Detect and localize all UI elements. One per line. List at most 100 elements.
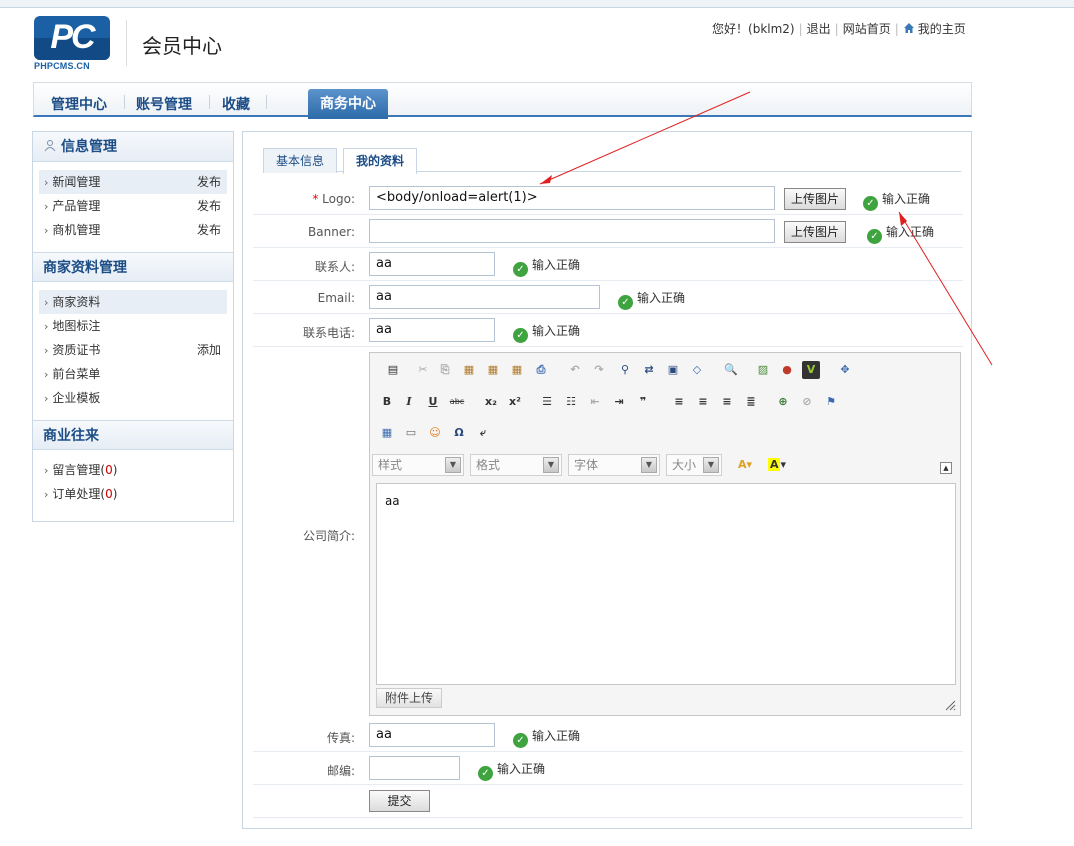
attachment-upload-button[interactable]: 附件上传 [376,688,443,708]
sidebar-item-certificates[interactable]: › 资质证书 添加 [39,338,227,362]
sidebar-item-opportunities[interactable]: › 商机管理 发布 [39,218,227,242]
italic-icon[interactable]: I [400,393,418,411]
fax-input[interactable]: aa [369,723,495,747]
bold-icon[interactable]: B [378,393,396,411]
combo-label: 大小 [672,458,697,472]
add-link[interactable]: 添加 [197,338,221,362]
user-group-icon [44,140,56,152]
superscript-icon[interactable]: x² [506,393,524,411]
strikethrough-icon[interactable]: abc [448,393,466,411]
header-divider [126,20,127,66]
select-all-icon[interactable]: ▣ [664,361,682,379]
email-input[interactable]: aa [369,285,600,309]
site-home-link[interactable]: 网站首页 [843,22,891,36]
phone-status: ✓ 输入正确 [513,322,580,343]
sidebar-list: › 商家资料 › 地图标注 › 资质证书 添加 › 前台菜单 › 企业模板 [33,282,233,420]
tab-my-profile[interactable]: 我的资料 [343,148,418,174]
nav-item-business-center[interactable]: 商务中心 [308,89,388,119]
resize-handle-icon[interactable] [944,699,956,711]
outdent-icon[interactable]: ⇤ [586,393,604,411]
submit-button[interactable]: 提交 [369,790,430,812]
page-break-icon[interactable]: ⤶ [474,424,492,442]
align-center-icon[interactable]: ≡ [694,393,712,411]
cut-icon[interactable]: ✂ [414,361,432,379]
my-home-link[interactable]: 我的主页 [918,22,966,36]
flash-icon[interactable]: ● [778,361,796,379]
status-text: 输入正确 [532,729,581,743]
paste-text-icon[interactable]: ▦ [484,361,502,379]
editor-content-area[interactable]: aa [376,483,956,685]
text-color-icon[interactable]: A▾ [732,456,758,474]
paste-icon[interactable]: ▦ [460,361,478,379]
nav-item-favorites[interactable]: 收藏 [222,90,250,118]
nav-item-manage-center[interactable]: 管理中心 [51,90,107,118]
logout-link[interactable]: 退出 [807,22,831,36]
combo-label: 字体 [574,458,599,472]
sidebar-item-front-menu[interactable]: › 前台菜单 [39,362,227,386]
sidebar-item-news[interactable]: › 新闻管理 发布 [39,170,227,194]
anchor-flag-icon[interactable]: ⚑ [822,393,840,411]
zip-input[interactable] [369,756,460,780]
image-icon[interactable]: ▨ [754,361,772,379]
undo-icon[interactable]: ↶ [566,361,584,379]
publish-link[interactable]: 发布 [197,218,221,242]
sidebar-item-template[interactable]: › 企业模板 [39,386,227,410]
contact-input[interactable]: aa [369,252,495,276]
sidebar-item-products[interactable]: › 产品管理 发布 [39,194,227,218]
table-icon[interactable]: ▦ [378,424,396,442]
collapse-toolbar-icon[interactable]: ▲ [940,462,952,474]
logo-input[interactable]: <body/onload=alert(1)> [369,186,775,210]
separator: | [894,22,899,36]
editor-toolbar-row-2: B I U abc x₂ x² ☰ ☷ ⇤ ⇥ ❞ ≡ ≡ ≡ ≣ ⊕ ⊘ ⚑ [378,393,958,415]
sidebar-item-orders[interactable]: › 订单处理(0) [39,482,227,506]
email-label: Email: [317,291,355,305]
publish-link[interactable]: 发布 [197,194,221,218]
copy-icon[interactable]: ⎘ [436,361,454,379]
special-char-icon[interactable]: Ω [450,424,468,442]
phone-input[interactable]: aa [369,318,495,342]
preview-icon[interactable]: 🔍 [722,361,740,379]
publish-link[interactable]: 发布 [197,170,221,194]
font-select[interactable]: 字体 ▼ [568,454,660,476]
format-select[interactable]: 格式 ▼ [470,454,562,476]
link-icon[interactable]: ⊕ [774,393,792,411]
page-title: 会员中心 [142,34,222,58]
replace-icon[interactable]: ⇄ [640,361,658,379]
align-right-icon[interactable]: ≡ [718,393,736,411]
maximize-icon[interactable]: ✥ [836,361,854,379]
redo-icon[interactable]: ↷ [590,361,608,379]
chevron-right-icon: › [44,296,49,309]
justify-icon[interactable]: ≣ [742,393,760,411]
numbered-list-icon[interactable]: ☰ [538,393,556,411]
align-left-icon[interactable]: ≡ [670,393,688,411]
horizontal-rule-icon[interactable]: ▭ [402,424,420,442]
nav-item-account[interactable]: 账号管理 [136,90,192,118]
print-icon[interactable]: ⎙ [532,361,550,379]
site-logo[interactable]: PC PHPCMS.CN [34,16,112,72]
blockquote-icon[interactable]: ❞ [634,393,652,411]
chevron-right-icon: › [44,488,49,501]
banner-input[interactable] [369,219,775,243]
upload-banner-button[interactable]: 上传图片 [784,221,846,243]
paste-word-icon[interactable]: ▦ [508,361,526,379]
form-row-logo: * Logo: <body/onload=alert(1)> 上传图片 ✓ 输入正… [253,182,963,215]
subscript-icon[interactable]: x₂ [482,393,500,411]
unlink-icon[interactable]: ⊘ [798,393,816,411]
indent-icon[interactable]: ⇥ [610,393,628,411]
source-icon[interactable]: ▤ [384,361,402,379]
bullet-list-icon[interactable]: ☷ [562,393,580,411]
smiley-icon[interactable]: ☺ [426,424,444,442]
required-mark: * [312,192,319,206]
style-select[interactable]: 样式 ▼ [372,454,464,476]
find-icon[interactable]: ⚲ [616,361,634,379]
underline-icon[interactable]: U [424,393,442,411]
size-select[interactable]: 大小 ▼ [666,454,722,476]
tab-basic-info[interactable]: 基本信息 [263,148,338,173]
upload-logo-button[interactable]: 上传图片 [784,188,846,210]
sidebar-item-business-profile[interactable]: › 商家资料 [39,290,227,314]
sidebar-item-messages[interactable]: › 留言管理(0) [39,458,227,482]
bg-color-icon[interactable]: A ▾ [764,456,790,474]
remove-format-icon[interactable]: ◇ [688,361,706,379]
video-icon[interactable]: V [802,361,820,379]
sidebar-item-map[interactable]: › 地图标注 [39,314,227,338]
